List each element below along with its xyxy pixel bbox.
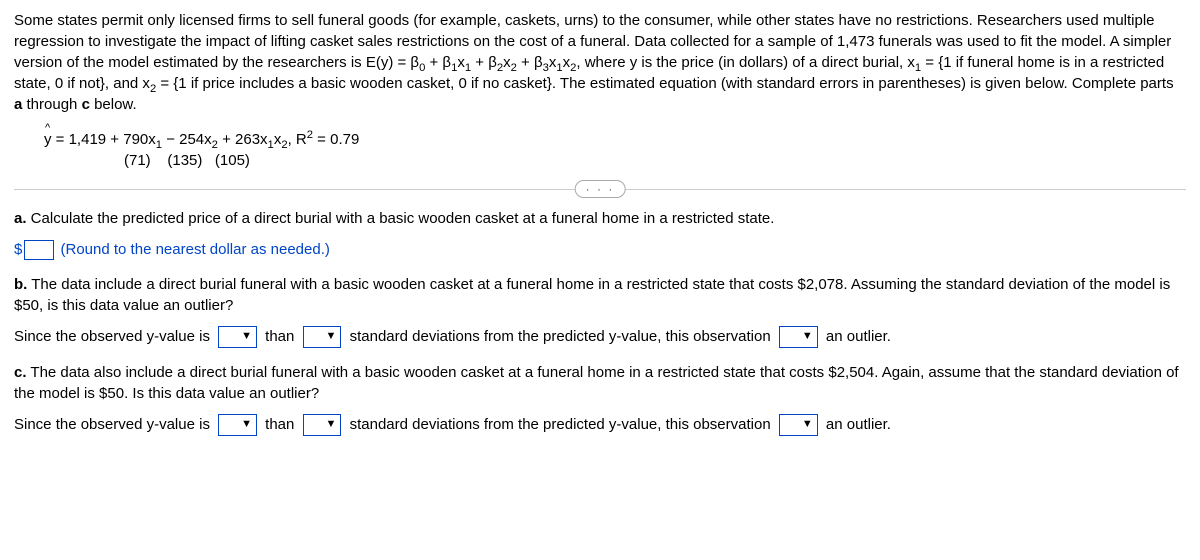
y-hat: ^y	[44, 129, 52, 150]
part-a-input[interactable]	[24, 240, 54, 260]
problem-statement: Some states permit only licensed firms t…	[14, 10, 1186, 115]
part-a: a. Calculate the predicted price of a di…	[14, 208, 1186, 229]
part-c-dropdown-2[interactable]: ▼	[303, 414, 342, 436]
part-c-dropdown-1[interactable]: ▼	[218, 414, 257, 436]
part-b-answer-row: Since the observed y-value is ▼ than ▼ s…	[14, 326, 1186, 348]
part-b-dropdown-3[interactable]: ▼	[779, 326, 818, 348]
part-c-answer-row: Since the observed y-value is ▼ than ▼ s…	[14, 414, 1186, 436]
rounding-hint: (Round to the nearest dollar as needed.)	[61, 241, 330, 258]
chevron-down-icon: ▼	[241, 329, 252, 344]
part-c-dropdown-3[interactable]: ▼	[779, 414, 818, 436]
section-divider: · · ·	[14, 189, 1186, 190]
part-a-answer-row: $ (Round to the nearest dollar as needed…	[14, 239, 1186, 260]
chevron-down-icon: ▼	[241, 417, 252, 432]
estimated-equation: ^y = 1,419 + 790x1 − 254x2 + 263x1x2, R2…	[44, 129, 1186, 171]
standard-errors: (71) (135) (105)	[124, 150, 1186, 171]
part-b-dropdown-2[interactable]: ▼	[303, 326, 342, 348]
part-c: c. The data also include a direct burial…	[14, 362, 1186, 404]
chevron-down-icon: ▼	[326, 329, 337, 344]
part-b: b. The data include a direct burial fune…	[14, 274, 1186, 316]
chevron-down-icon: ▼	[802, 329, 813, 344]
ellipsis-button[interactable]: · · ·	[575, 180, 626, 198]
part-b-dropdown-1[interactable]: ▼	[218, 326, 257, 348]
dollar-sign: $	[14, 241, 22, 258]
chevron-down-icon: ▼	[802, 417, 813, 432]
chevron-down-icon: ▼	[326, 417, 337, 432]
